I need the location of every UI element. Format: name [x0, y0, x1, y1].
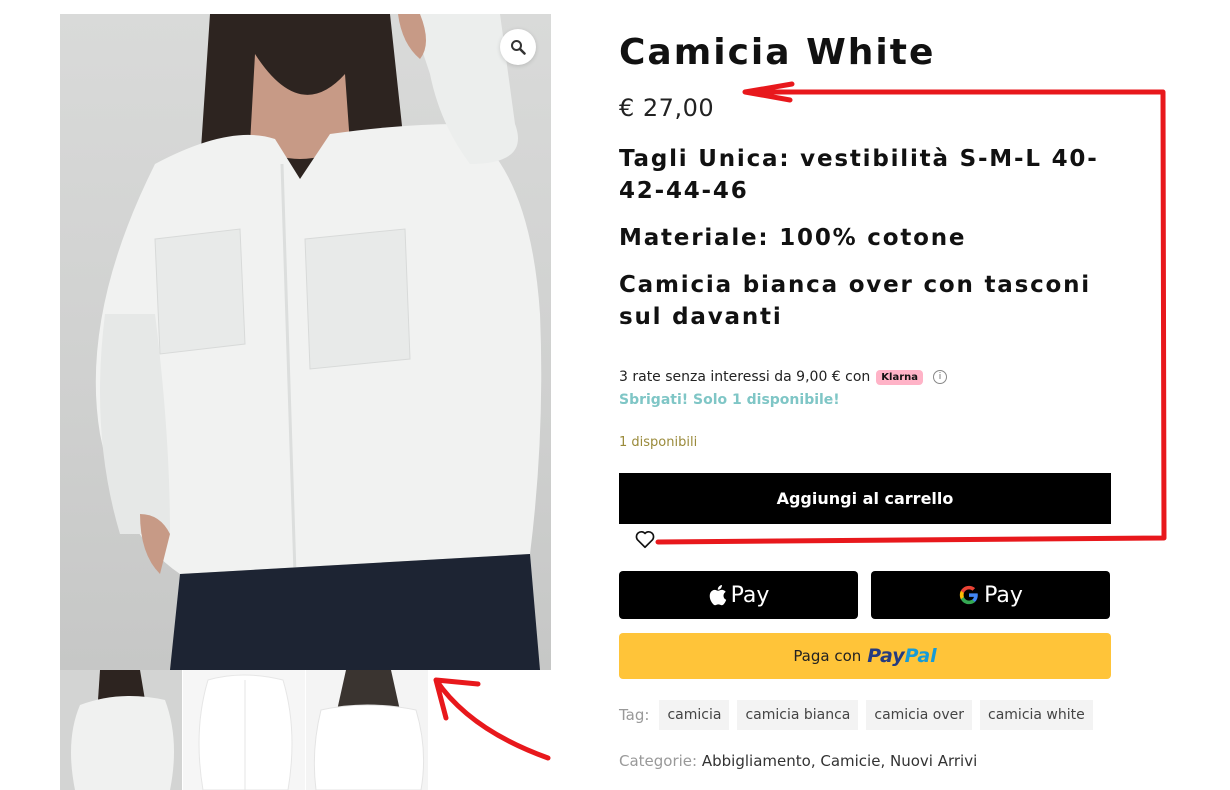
add-to-cart-button[interactable]: Aggiungi al carrello — [619, 473, 1111, 524]
klarna-text: 3 rate senza interessi da 9,00 € con — [619, 369, 871, 385]
apple-pay-label: Pay — [730, 582, 770, 608]
description-material: Materiale: 100% cotone — [619, 225, 967, 251]
category-link[interactable]: Abbigliamento — [702, 752, 811, 770]
urgency-message: Sbrigati! Solo 1 disponibile! — [619, 392, 840, 408]
thumbnail-strip — [60, 670, 429, 790]
product-price: € 27,00 — [619, 94, 715, 122]
google-pay-button[interactable]: Pay — [871, 571, 1110, 619]
annotation-curve-arrow — [433, 677, 551, 761]
klarna-installments: 3 rate senza interessi da 9,00 € con Kla… — [619, 369, 948, 385]
paypal-prefix: Paga con — [793, 647, 862, 665]
paypal-button[interactable]: Paga con PayPal — [619, 633, 1111, 679]
tag-link[interactable]: camicia over — [866, 700, 973, 730]
thumbnail-3[interactable] — [306, 670, 428, 790]
description-sizes: Tagli Unica: vestibilità S-M-L 40-42-44-… — [619, 146, 1099, 204]
description-style: Camicia bianca over con tasconi sul dava… — [619, 272, 1091, 330]
zoom-button[interactable] — [500, 29, 536, 65]
wishlist-button[interactable] — [634, 528, 656, 550]
product-title: Camicia White — [619, 32, 936, 73]
info-icon[interactable]: i — [933, 370, 948, 384]
apple-pay-button[interactable]: Pay — [619, 571, 858, 619]
product-main-image[interactable] — [60, 14, 551, 670]
magnifier-icon — [511, 40, 526, 55]
klarna-logo: Klarna — [876, 369, 924, 385]
category-link[interactable]: Nuovi Arrivi — [890, 752, 977, 770]
thumbnail-2[interactable] — [183, 670, 305, 790]
tags-label: Tag: — [619, 706, 650, 724]
thumbnail-1[interactable] — [60, 670, 182, 790]
stock-status: 1 disponibili — [619, 435, 698, 450]
tag-link[interactable]: camicia — [659, 700, 730, 730]
product-photo — [95, 14, 542, 670]
paypal-logo: PayPal — [867, 645, 937, 667]
tag-link[interactable]: camicia white — [980, 700, 1093, 730]
category-link[interactable]: Camicie — [820, 752, 880, 770]
tag-link[interactable]: camicia bianca — [737, 700, 859, 730]
google-g-icon — [959, 585, 978, 605]
apple-icon — [709, 585, 726, 606]
categories-label: Categorie: — [619, 752, 698, 770]
product-categories: Categorie: Abbigliamento, Camicie, Nuovi… — [619, 752, 978, 770]
heart-icon — [635, 531, 655, 549]
google-pay-label: Pay — [984, 582, 1023, 608]
product-tags: Tag: camicia camicia bianca camicia over… — [619, 700, 1101, 730]
